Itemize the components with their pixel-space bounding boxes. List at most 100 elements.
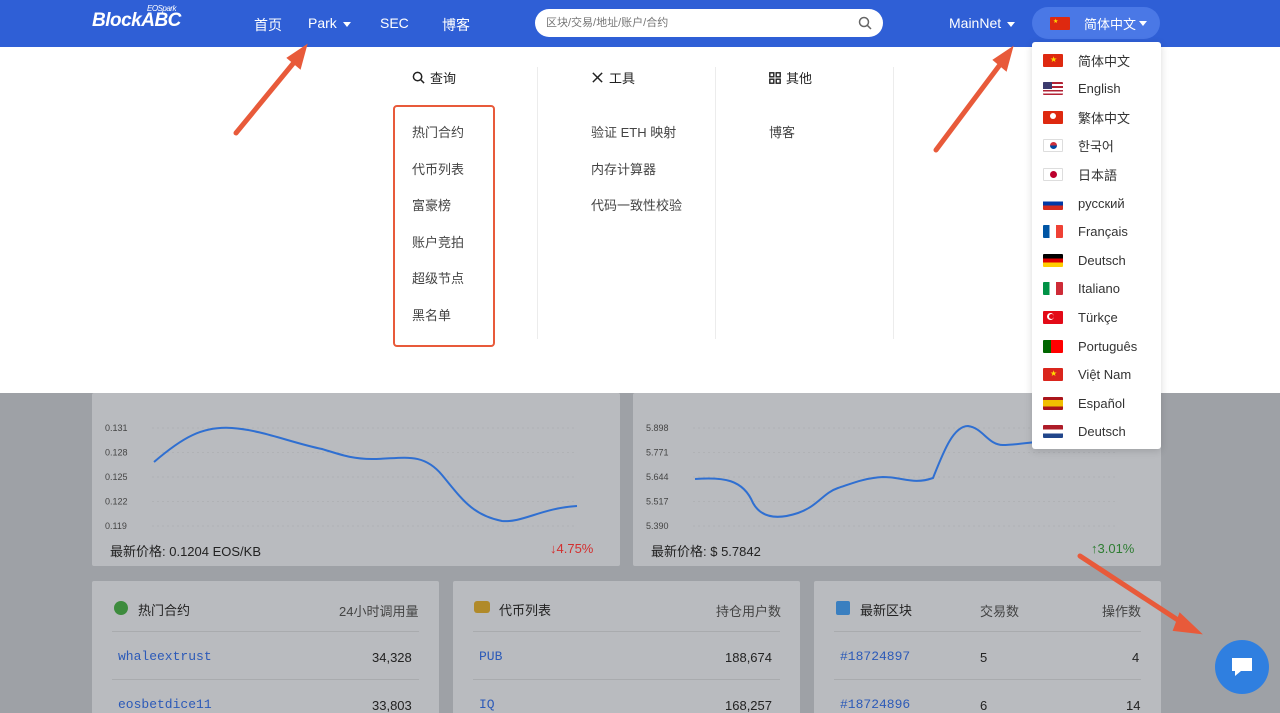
contract-calls: 33,803 (372, 698, 412, 713)
latest-blocks-title: 最新区块 (860, 603, 913, 618)
language-option-label: Deutsch (1078, 424, 1126, 440)
block-tx: 5 (980, 650, 988, 665)
column-title-query: 查询 (412, 68, 456, 87)
column-title-other: 其他 (769, 68, 812, 87)
language-option[interactable]: Türkçe (1043, 307, 1118, 327)
flag-us-icon (1043, 82, 1063, 96)
top-header: BlockABC EOSpark 首页 Park SEC 博客 MainNet … (0, 0, 1280, 47)
block-link[interactable]: #18724896 (840, 697, 910, 712)
language-option[interactable]: Français (1043, 222, 1128, 242)
search-icon[interactable] (858, 16, 872, 30)
ram-price-card: 0.131 0.128 0.125 0.122 0.119 最新价格: 0.1204 E… (92, 393, 620, 566)
language-option-label: Español (1078, 395, 1125, 411)
divider (112, 679, 419, 680)
flag-kr-icon (1043, 139, 1063, 153)
nav-blog[interactable]: 博客 (442, 15, 470, 35)
block-icon (836, 601, 850, 615)
y-tick-label: 5.517 (646, 497, 669, 507)
language-option[interactable]: Deutsch (1043, 250, 1126, 270)
divider (473, 631, 780, 632)
flag-nl-icon (1043, 425, 1063, 439)
language-option-label: Việt Nam (1078, 367, 1132, 383)
chevron-down-icon (1139, 20, 1148, 26)
divider (834, 679, 1141, 680)
language-option-label: Italiano (1078, 281, 1120, 297)
language-option-label: 简体中文 (1078, 53, 1131, 69)
language-option[interactable]: 한국어 (1043, 136, 1114, 156)
nav-home[interactable]: 首页 (254, 15, 282, 35)
language-option[interactable]: Deutsch (1043, 422, 1126, 442)
token-holders: 188,674 (725, 650, 772, 665)
token-list-card: 代币列表 持仓用户数 PUB 188,674 IQ 168,257 (453, 581, 800, 713)
language-option-label: 繁体中文 (1078, 110, 1131, 126)
tools-icon (592, 72, 603, 83)
divider (834, 631, 1141, 632)
menu-item-verify-eth[interactable]: 验证 ETH 映射 (591, 122, 676, 141)
site-logo[interactable]: BlockABC EOSpark (92, 4, 181, 32)
chevron-down-icon (342, 21, 351, 27)
column-title-text: 工具 (609, 71, 636, 86)
language-option-label: 日本語 (1078, 167, 1118, 183)
contract-calls: 34,328 (372, 650, 412, 665)
language-option-label: Português (1078, 338, 1138, 354)
token-link[interactable]: IQ (479, 697, 495, 712)
language-option[interactable]: English (1043, 79, 1121, 99)
language-option[interactable]: Español (1043, 393, 1125, 413)
flag-cn-icon: ★ (1050, 16, 1070, 30)
flag-it-icon (1043, 282, 1063, 296)
y-tick-label: 0.125 (105, 472, 128, 482)
y-tick-label: 0.128 (105, 448, 128, 458)
grid-icon (769, 71, 781, 84)
block-ops: 14 (1126, 698, 1141, 713)
blocks-col-tx: 交易数 (980, 604, 1020, 619)
divider (893, 67, 894, 339)
y-tick-label: 0.131 (105, 423, 128, 433)
divider (715, 67, 716, 339)
blocks-col-ops: 操作数 (1102, 604, 1142, 619)
ram-latest-price: 最新价格: 0.1204 EOS/KB (110, 544, 262, 559)
language-option[interactable]: 繁体中文 (1043, 107, 1130, 127)
flag-fr-icon (1043, 225, 1063, 239)
divider (537, 67, 538, 339)
column-title-text: 其他 (786, 71, 813, 86)
language-option-label: English (1078, 81, 1121, 97)
y-tick-label: 5.390 (646, 521, 669, 531)
language-option[interactable]: 日本語 (1043, 164, 1117, 184)
language-option-label: Deutsch (1078, 252, 1126, 268)
ram-price-chart: 0.131 0.128 0.125 0.122 0.119 (105, 423, 578, 531)
language-selector[interactable]: ★ 简体中文 (1032, 7, 1160, 39)
menu-item-code-verify[interactable]: 代码一致性校验 (591, 195, 682, 214)
nav-park[interactable]: Park (308, 15, 351, 31)
logo-text: BlockABC (92, 10, 181, 31)
divider (112, 631, 419, 632)
search-input[interactable] (535, 9, 835, 37)
column-title-tools: 工具 (591, 68, 635, 87)
flag-pt-icon (1043, 339, 1063, 353)
hot-contracts-col: 24小时调用量 (339, 604, 419, 619)
flag-cn-icon: ★ (1043, 53, 1063, 67)
menu-item-ram-calculator[interactable]: 内存计算器 (591, 159, 656, 178)
network-selector[interactable]: MainNet (949, 15, 1016, 31)
block-link[interactable]: #18724897 (840, 649, 910, 664)
nav-sec[interactable]: SEC (380, 15, 409, 31)
token-list-title: 代币列表 (499, 603, 552, 618)
flag-de-icon (1043, 253, 1063, 267)
y-tick-label: 0.122 (105, 497, 128, 507)
flag-vn-icon: ★ (1043, 368, 1063, 382)
token-link[interactable]: PUB (479, 649, 502, 664)
menu-item-blog[interactable]: 博客 (769, 122, 795, 141)
y-tick-label: 5.644 (646, 472, 669, 482)
language-option[interactable]: русский (1043, 193, 1125, 213)
latest-blocks-card: 最新区块 交易数 操作数 #18724897 5 4 #18724896 6 1… (814, 581, 1161, 713)
hot-contracts-card: 热门合约 24小时调用量 whaleextrust 34,328 eosbetd… (92, 581, 439, 713)
contract-link[interactable]: whaleextrust (118, 649, 212, 664)
language-option[interactable]: ★ 简体中文 (1043, 50, 1130, 70)
language-option[interactable]: Português (1043, 336, 1137, 356)
y-tick-label: 5.898 (646, 423, 669, 433)
language-option[interactable]: ★ Việt Nam (1043, 365, 1131, 385)
block-tx: 6 (980, 698, 988, 713)
search-box (535, 9, 883, 37)
language-option[interactable]: Italiano (1043, 279, 1120, 299)
chat-button[interactable] (1215, 640, 1269, 694)
contract-link[interactable]: eosbetdice11 (118, 697, 212, 712)
